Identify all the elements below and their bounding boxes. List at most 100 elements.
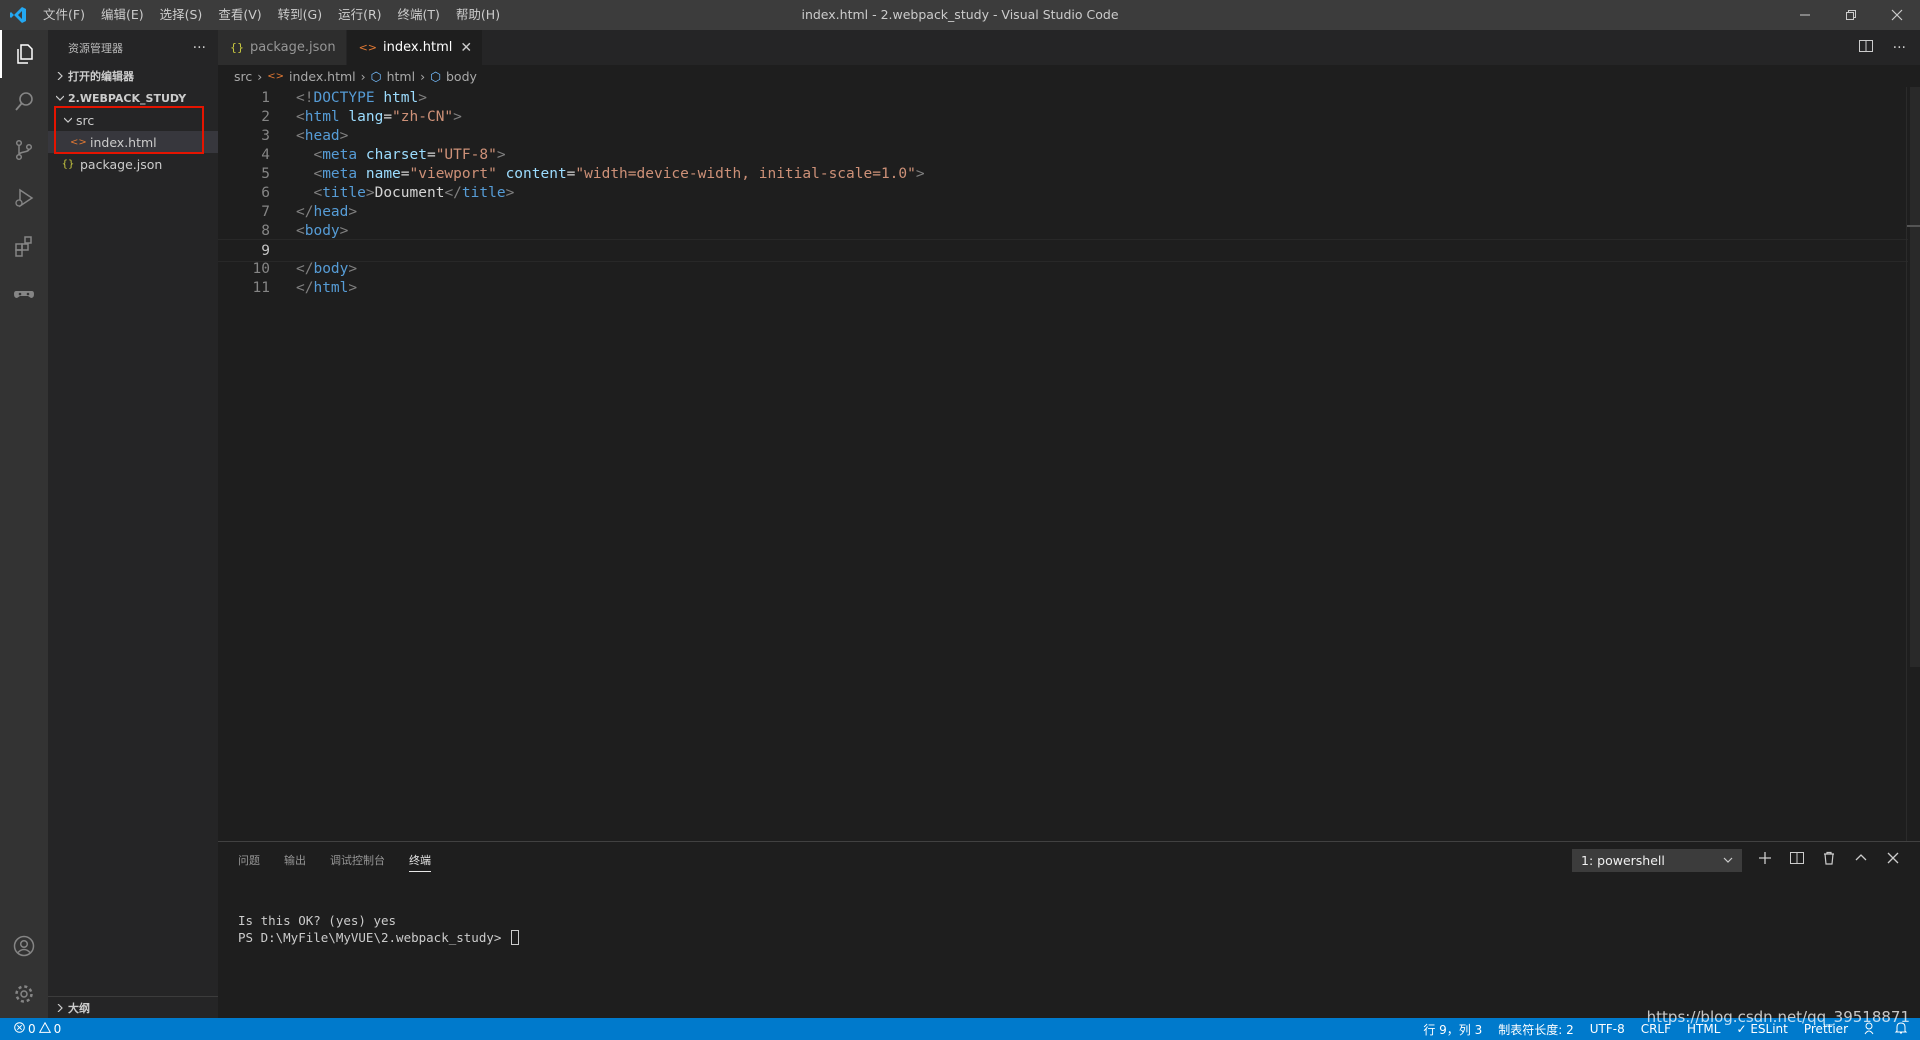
html-file-icon: <> xyxy=(358,41,378,54)
chevron-down-icon xyxy=(1723,853,1733,868)
error-count: 0 xyxy=(28,1022,36,1036)
menu-edit[interactable]: 编辑(E) xyxy=(93,0,152,30)
project-label: 2.WEBPACK_STUDY xyxy=(68,91,187,105)
menu-run[interactable]: 运行(R) xyxy=(330,0,389,30)
status-right: 行 9，列 3 制表符长度: 2 UTF-8 CRLF HTML ✓ ESLin… xyxy=(1423,1018,1908,1040)
symbol-element-icon: ⬡ xyxy=(430,68,441,84)
open-editors-label: 打开的编辑器 xyxy=(68,70,134,83)
search-icon[interactable] xyxy=(0,78,48,126)
extensions-icon[interactable] xyxy=(0,222,48,270)
tab-problems[interactable]: 问题 xyxy=(238,852,260,868)
cursor-position-marker xyxy=(1907,225,1920,227)
terminal-select-value: 1: powershell xyxy=(1581,853,1665,868)
accounts-icon[interactable] xyxy=(0,922,48,970)
highlight-annotation-box xyxy=(54,106,204,154)
title-bar: 文件(F) 编辑(E) 选择(S) 查看(V) 转到(G) 运行(R) 终端(T… xyxy=(0,0,1920,30)
breadcrumb-item[interactable]: html xyxy=(387,69,415,84)
error-icon xyxy=(14,1022,25,1036)
more-actions-icon[interactable]: ··· xyxy=(193,40,206,56)
breadcrumb: src › <> index.html › ⬡ html › ⬡ body xyxy=(218,65,1920,87)
editor-tabs: {} package.json <> index.html ✕ ··· xyxy=(218,30,1920,65)
breadcrumb-item[interactable]: index.html xyxy=(289,69,356,84)
menu-help[interactable]: 帮助(H) xyxy=(448,0,508,30)
code-text: </html> xyxy=(296,280,358,296)
tab-size[interactable]: 制表符长度: 2 xyxy=(1498,1021,1574,1038)
more-actions-icon[interactable]: ··· xyxy=(1893,40,1906,56)
menu-bar: 文件(F) 编辑(E) 选择(S) 查看(V) 转到(G) 运行(R) 终端(T… xyxy=(35,0,508,30)
problems-status[interactable]: 0 0 xyxy=(14,1021,62,1036)
close-tab-icon[interactable]: ✕ xyxy=(460,40,472,56)
outline-label: 大纲 xyxy=(68,1001,90,1015)
trash-icon[interactable] xyxy=(1822,851,1836,869)
eslint-label: ESLint xyxy=(1750,1022,1788,1036)
run-debug-icon[interactable] xyxy=(0,174,48,222)
breadcrumb-item[interactable]: src xyxy=(234,69,252,84)
panel-actions xyxy=(1758,842,1900,877)
tab-label: index.html xyxy=(383,40,453,55)
status-left: 0 0 xyxy=(14,1018,61,1040)
tab-output[interactable]: 输出 xyxy=(284,852,306,868)
sidebar-title: 资源管理器 xyxy=(68,41,123,55)
breadcrumb-item[interactable]: body xyxy=(446,69,477,84)
eslint-status[interactable]: ✓ ESLint xyxy=(1736,1022,1787,1036)
code-editor[interactable]: 1 <!DOCTYPE html> 2 <html lang="zh-CN"> 3 <… xyxy=(218,87,1920,841)
terminal-prompt: PS D:\MyFile\MyVUE\2.webpack_study> xyxy=(238,930,509,945)
window-controls xyxy=(1782,0,1920,30)
vscode-logo-icon xyxy=(0,0,35,30)
menu-terminal[interactable]: 终端(T) xyxy=(390,0,448,30)
terminal-prompt-line: PS D:\MyFile\MyVUE\2.webpack_study> xyxy=(238,929,519,946)
menu-go[interactable]: 转到(G) xyxy=(270,0,330,30)
language-mode[interactable]: HTML xyxy=(1687,1022,1720,1036)
minimize-button[interactable] xyxy=(1782,0,1828,30)
terminal-select[interactable]: 1: powershell xyxy=(1572,849,1742,872)
tab-package-json[interactable]: {} package.json xyxy=(218,30,347,65)
editor-scrollbar[interactable] xyxy=(1906,87,1920,841)
terminal-output[interactable]: Is this OK? (yes) yes PS D:\MyFile\MyVUE\… xyxy=(238,912,519,946)
end-of-line[interactable]: CRLF xyxy=(1641,1022,1671,1036)
notifications-bell-icon[interactable] xyxy=(1894,1021,1908,1038)
remote-gamepad-icon[interactable] xyxy=(0,270,48,318)
symbol-element-icon: ⬡ xyxy=(370,68,382,84)
feedback-icon[interactable] xyxy=(1864,1021,1878,1038)
explorer-sidebar: 资源管理器 ··· 打开的编辑器 2.WEBPACK_STUDY src <> … xyxy=(48,30,218,1018)
html-file-icon: <> xyxy=(267,70,285,82)
chevron-right-icon xyxy=(52,1003,68,1012)
maximize-panel-icon[interactable] xyxy=(1854,851,1868,869)
chevron-right-icon: › xyxy=(420,68,426,84)
encoding[interactable]: UTF-8 xyxy=(1590,1022,1625,1036)
source-control-icon[interactable] xyxy=(0,126,48,174)
menu-view[interactable]: 查看(V) xyxy=(210,0,269,30)
chevron-down-icon xyxy=(52,94,68,102)
outline-section[interactable]: 大纲 xyxy=(48,996,218,1018)
bottom-panel: 问题 输出 调试控制台 终端 1: powershell Is this OK?… xyxy=(218,841,1920,1018)
chevron-right-icon: › xyxy=(360,68,366,84)
line-number: 11 xyxy=(252,280,270,296)
close-window-button[interactable] xyxy=(1874,0,1920,30)
json-file-icon: {} xyxy=(230,41,244,54)
scrollbar-thumb[interactable] xyxy=(1910,87,1920,667)
new-terminal-icon[interactable] xyxy=(1758,851,1772,869)
cursor-position[interactable]: 行 9，列 3 xyxy=(1423,1021,1482,1038)
restore-button[interactable] xyxy=(1828,0,1874,30)
explorer-icon[interactable] xyxy=(0,30,48,78)
tab-debug-console[interactable]: 调试控制台 xyxy=(330,852,385,868)
code-line: 11 </html> xyxy=(218,277,1908,300)
tab-terminal[interactable]: 终端 xyxy=(409,852,431,872)
split-editor-icon[interactable] xyxy=(1858,39,1873,57)
warning-count: 0 xyxy=(53,1022,62,1036)
terminal-line: Is this OK? (yes) yes xyxy=(238,913,397,928)
warning-icon xyxy=(38,1021,51,1036)
panel-tabs: 问题 输出 调试控制台 终端 xyxy=(238,842,431,877)
prettier-status[interactable]: Prettier xyxy=(1804,1022,1848,1036)
menu-selection[interactable]: 选择(S) xyxy=(152,0,211,30)
chevron-right-icon xyxy=(52,72,68,80)
settings-gear-icon[interactable] xyxy=(0,970,48,1018)
split-terminal-icon[interactable] xyxy=(1790,851,1804,869)
open-editors-section[interactable]: 打开的编辑器 xyxy=(48,65,218,87)
close-panel-icon[interactable] xyxy=(1886,851,1900,869)
terminal-cursor xyxy=(510,930,519,945)
check-icon: ✓ xyxy=(1736,1022,1747,1036)
tree-file-package-json[interactable]: {} package.json xyxy=(48,153,218,175)
tab-index-html[interactable]: <> index.html ✕ xyxy=(346,30,484,65)
menu-file[interactable]: 文件(F) xyxy=(35,0,93,30)
